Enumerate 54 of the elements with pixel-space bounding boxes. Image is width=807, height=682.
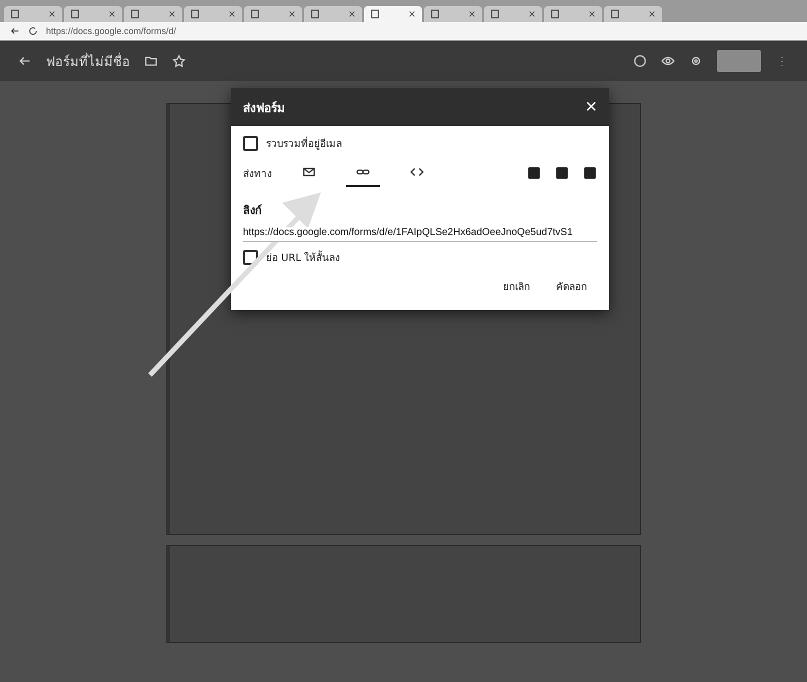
section-title: ลิงก์ bbox=[243, 203, 263, 219]
browser-tab[interactable] bbox=[424, 6, 482, 22]
browser-tab[interactable] bbox=[124, 6, 182, 22]
close-icon bbox=[48, 10, 56, 18]
browser-tab[interactable] bbox=[604, 6, 662, 22]
settings-icon bbox=[689, 54, 703, 68]
close-icon bbox=[108, 10, 116, 18]
star-icon bbox=[172, 54, 186, 68]
reload-icon bbox=[28, 26, 38, 36]
dialog-button[interactable]: คัดลอก bbox=[546, 273, 597, 300]
address-url[interactable]: https://docs.google.com/forms/d/ bbox=[46, 26, 176, 36]
close-icon bbox=[468, 10, 476, 18]
page-icon bbox=[430, 9, 440, 19]
close-icon bbox=[288, 10, 296, 18]
checkbox-label: ย่อ URL ให้สั้นลง bbox=[266, 250, 340, 265]
browser-tab[interactable] bbox=[364, 6, 422, 22]
checkbox[interactable] bbox=[243, 136, 258, 151]
back-arrow-icon bbox=[10, 26, 20, 36]
close-icon bbox=[648, 10, 656, 18]
eye-icon bbox=[661, 54, 675, 68]
close-icon bbox=[528, 10, 536, 18]
page-icon bbox=[70, 9, 80, 19]
page-icon bbox=[310, 9, 320, 19]
browser-tab[interactable] bbox=[184, 6, 242, 22]
close-button[interactable]: × bbox=[585, 97, 597, 117]
page-icon bbox=[130, 9, 140, 19]
browser-tab[interactable] bbox=[64, 6, 122, 22]
page-icon bbox=[370, 9, 380, 19]
page-icon bbox=[190, 9, 200, 19]
folder-icon bbox=[144, 54, 158, 68]
close-icon bbox=[348, 10, 356, 18]
browser-tab[interactable] bbox=[304, 6, 362, 22]
close-icon bbox=[228, 10, 236, 18]
browser-tab[interactable] bbox=[244, 6, 302, 22]
code-icon bbox=[410, 165, 424, 179]
browser-tab[interactable] bbox=[544, 6, 602, 22]
close-icon bbox=[408, 10, 416, 18]
form-link[interactable]: https://docs.google.com/forms/d/e/1FAIpQLSe2Hx6adOeeJnoQe5ud7tvS1 bbox=[243, 227, 597, 242]
browser-tab[interactable] bbox=[4, 6, 62, 22]
checkbox-label: รวบรวมที่อยู่อีเมล bbox=[266, 136, 342, 151]
page-icon bbox=[250, 9, 260, 19]
page-icon bbox=[610, 9, 620, 19]
page-icon bbox=[550, 9, 560, 19]
dialog-title: ส่งฟอร์ม bbox=[243, 100, 285, 116]
dialog-button[interactable]: ยกเลิก bbox=[493, 273, 540, 300]
browser-tab[interactable] bbox=[484, 6, 542, 22]
close-icon bbox=[168, 10, 176, 18]
back-arrow-icon bbox=[18, 54, 32, 68]
page-icon bbox=[10, 9, 20, 19]
mail-icon bbox=[302, 165, 316, 179]
send-via-label: ส่งทาง bbox=[243, 168, 272, 180]
close-icon bbox=[588, 10, 596, 18]
page-icon bbox=[490, 9, 500, 19]
form-title[interactable]: ฟอร์มที่ไม่มีชื่อ bbox=[46, 50, 130, 72]
